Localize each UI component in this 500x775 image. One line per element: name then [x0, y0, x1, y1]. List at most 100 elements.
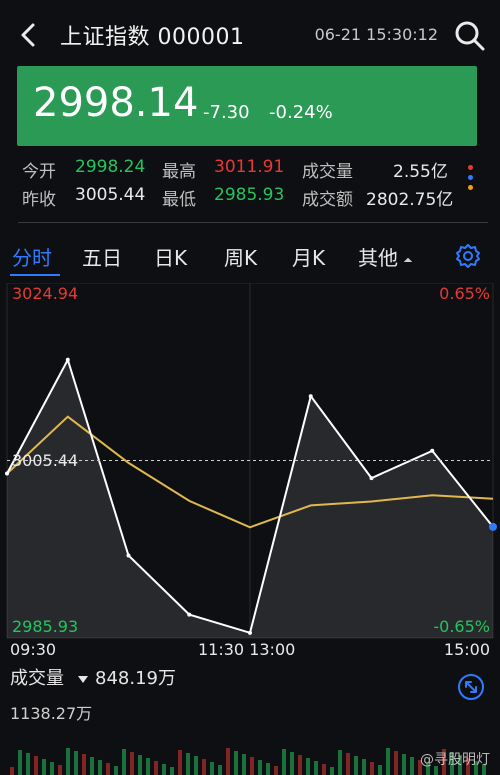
volume-bar — [378, 765, 382, 775]
low-label: 最低 — [162, 190, 196, 210]
volume-bar — [274, 766, 278, 775]
volume-bar — [242, 754, 246, 775]
volume-bar — [58, 765, 62, 775]
volume-bar — [410, 757, 414, 775]
volume-bar — [258, 760, 262, 775]
volume-bar — [346, 753, 350, 775]
volume-bar — [178, 750, 182, 775]
volume-bar — [114, 766, 118, 775]
volume-bar — [370, 762, 374, 775]
volume-bar — [402, 754, 406, 775]
prev-close-value: 3005.44 — [75, 185, 146, 205]
volume-bar — [10, 767, 14, 775]
watermark: @寻股明灯 — [420, 752, 490, 768]
open-value: 2998.24 — [75, 157, 146, 177]
price-point — [369, 476, 374, 481]
volume-panel: 成交量 848.19万 1138.27万 @寻股明灯 — [0, 664, 500, 775]
page-dot — [468, 165, 473, 170]
caret-down-icon — [403, 257, 413, 267]
volume-label: 成交量 — [302, 162, 353, 182]
chevron-left-icon[interactable] — [14, 20, 44, 50]
volume-bar — [42, 759, 46, 775]
volume-bar — [218, 765, 222, 775]
volume-bar — [266, 763, 270, 775]
price-point — [308, 394, 313, 399]
volume-bar — [322, 764, 326, 775]
tab-other[interactable]: 其他 — [358, 242, 398, 271]
x-axis-mid-label: 11:30 13:00 — [198, 640, 296, 659]
tab-five-day[interactable]: 五日 — [82, 242, 122, 271]
active-tab-underline — [10, 274, 60, 276]
tab-intraday[interactable]: 分时 — [12, 242, 52, 271]
volume-bar — [18, 750, 22, 775]
price-point — [430, 448, 435, 453]
volume-bar — [146, 758, 150, 775]
price-change: -7.30 — [203, 102, 250, 123]
volume-bar — [90, 757, 94, 775]
volume-bar — [82, 754, 86, 775]
search-icon[interactable] — [452, 18, 486, 52]
volume-bar — [122, 749, 126, 775]
volume-bar — [34, 756, 38, 775]
volume-bar — [338, 750, 342, 775]
stats-divider — [18, 210, 488, 223]
volume-bar — [154, 761, 158, 775]
volume-bar — [250, 757, 254, 775]
top-bar: 上证指数 000001 06-21 15:30:12 — [0, 0, 500, 70]
price-change-percent: -0.24% — [269, 102, 333, 123]
tab-monthly-k[interactable]: 月K — [292, 242, 325, 271]
high-value: 3011.91 — [214, 157, 285, 177]
intraday-chart[interactable]: 3024.94 0.65% 3005.44 2985.93 -0.65% 09:… — [0, 282, 500, 663]
amount-label: 成交额 — [302, 190, 353, 210]
volume-value: 2.55亿 — [393, 162, 448, 182]
volume-bar — [234, 751, 238, 775]
volume-bar — [226, 748, 230, 775]
volume-bar — [362, 759, 366, 775]
pct-axis-bottom-label: -0.65% — [433, 617, 490, 636]
x-axis-end-label: 15:00 — [443, 640, 490, 659]
chart-tabs: 分时 五日 日K 周K 月K 其他 — [0, 236, 500, 282]
gear-icon[interactable] — [454, 242, 482, 270]
chart-svg — [5, 282, 497, 639]
volume-bar — [314, 761, 318, 775]
volume-bar — [210, 762, 214, 775]
tab-daily-k[interactable]: 日K — [154, 242, 187, 271]
x-axis-start-label: 09:30 — [10, 640, 57, 659]
amount-value: 2802.75亿 — [366, 190, 454, 210]
volume-bar — [354, 756, 358, 775]
current-price: 2998.14 — [33, 80, 199, 126]
price-point — [248, 630, 252, 635]
timestamp: 06-21 15:30:12 — [314, 25, 438, 44]
y-axis-mid-label: 3005.44 — [12, 451, 79, 470]
volume-bar — [330, 767, 334, 775]
price-point — [187, 612, 192, 617]
page-dot — [468, 175, 473, 180]
volume-bar — [98, 760, 102, 775]
volume-bar — [170, 767, 174, 775]
volume-bar — [66, 748, 70, 775]
open-label: 今开 — [22, 162, 56, 182]
volume-bar — [162, 764, 166, 775]
volume-bar — [130, 752, 134, 775]
volume-bar — [290, 752, 294, 775]
volume-bar — [298, 755, 302, 775]
low-value: 2985.93 — [214, 185, 285, 205]
volume-bar — [50, 762, 54, 775]
tab-weekly-k[interactable]: 周K — [224, 242, 257, 271]
price-point — [126, 553, 131, 558]
page-title: 上证指数 000001 — [60, 25, 245, 50]
last-price-dot — [489, 522, 497, 531]
volume-bar — [394, 751, 398, 775]
price-point — [5, 471, 9, 476]
volume-bar — [202, 759, 206, 775]
high-label: 最高 — [162, 162, 196, 182]
volume-bar — [106, 763, 110, 775]
volume-bar — [186, 753, 190, 775]
pct-axis-top-label: 0.65% — [439, 284, 490, 303]
volume-bar — [194, 756, 198, 775]
volume-bar — [386, 748, 390, 775]
y-axis-bottom-label: 2985.93 — [12, 617, 79, 636]
volume-bar — [74, 751, 78, 775]
price-point — [65, 357, 70, 362]
volume-bar — [282, 749, 286, 775]
